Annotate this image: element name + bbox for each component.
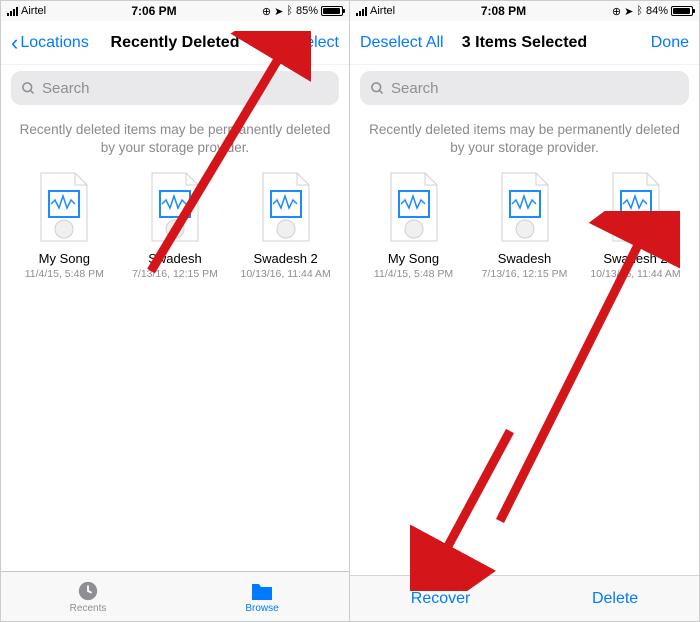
page-title: Recently Deleted bbox=[101, 34, 249, 52]
tab-bar: Recents Browse bbox=[1, 571, 349, 621]
search-placeholder: Search bbox=[391, 80, 439, 97]
file-name: Swadesh bbox=[475, 251, 575, 266]
audio-file-icon bbox=[255, 171, 317, 243]
phone-left: Airtel 7:06 PM ⊕ ➤ ᛒ 85% ‹ Locations Rec… bbox=[1, 1, 350, 621]
status-bar: Airtel 7:08 PM ⊕ ➤ ᛒ 84% bbox=[350, 1, 699, 21]
clock-icon bbox=[77, 580, 99, 602]
location-icon: ➤ bbox=[624, 5, 633, 18]
rotation-lock-icon: ⊕ bbox=[262, 5, 271, 18]
status-time: 7:08 PM bbox=[481, 4, 526, 18]
file-date: 7/13/16, 12:15 PM bbox=[475, 268, 575, 280]
file-name: Swadesh 2 bbox=[586, 251, 686, 266]
tab-browse[interactable]: Browse bbox=[175, 572, 349, 621]
back-button[interactable]: ‹ Locations bbox=[11, 32, 101, 54]
search-placeholder: Search bbox=[42, 80, 90, 97]
search-icon bbox=[21, 81, 36, 96]
file-name: Swadesh bbox=[125, 251, 225, 266]
deselect-all-button[interactable]: Deselect All bbox=[360, 34, 450, 52]
bluetooth-icon: ᛒ bbox=[286, 5, 293, 17]
recover-button[interactable]: Recover bbox=[411, 590, 471, 608]
file-grid: My Song 11/4/15, 5:48 PM Swadesh 7/13/16… bbox=[350, 171, 699, 280]
done-button[interactable]: Done bbox=[599, 34, 689, 52]
annotation-arrow bbox=[410, 421, 530, 591]
action-bar: Recover Delete bbox=[350, 575, 699, 621]
info-text: Recently deleted items may be permanentl… bbox=[350, 111, 699, 171]
signal-icon bbox=[7, 7, 18, 16]
folder-icon bbox=[250, 580, 274, 602]
phone-right: Airtel 7:08 PM ⊕ ➤ ᛒ 84% Deselect All 3 … bbox=[350, 1, 699, 621]
rotation-lock-icon: ⊕ bbox=[612, 5, 621, 18]
select-button[interactable]: Select bbox=[249, 34, 339, 52]
file-date: 11/4/15, 5:48 PM bbox=[364, 268, 464, 280]
battery-icon bbox=[671, 6, 693, 16]
battery-icon bbox=[321, 6, 343, 16]
search-input[interactable]: Search bbox=[11, 71, 339, 105]
audio-file-icon bbox=[383, 171, 445, 243]
nav-bar: Deselect All 3 Items Selected Done bbox=[350, 21, 699, 65]
chevron-left-icon: ‹ bbox=[11, 32, 18, 54]
selected-check-icon: ✓ bbox=[658, 224, 678, 244]
file-item[interactable]: Swadesh 7/13/16, 12:15 PM bbox=[125, 171, 225, 280]
file-name: My Song bbox=[364, 251, 464, 266]
bluetooth-icon: ᛒ bbox=[636, 5, 643, 17]
search-input[interactable]: Search bbox=[360, 71, 689, 105]
tab-label: Recents bbox=[70, 603, 107, 614]
file-item[interactable]: Swadesh 7/13/16, 12:15 PM bbox=[475, 171, 575, 280]
carrier-label: Airtel bbox=[370, 5, 395, 17]
battery-pct: 85% bbox=[296, 5, 318, 17]
page-title: 3 Items Selected bbox=[450, 34, 599, 52]
tab-recents[interactable]: Recents bbox=[1, 572, 175, 621]
audio-file-icon bbox=[144, 171, 206, 243]
file-name: Swadesh 2 bbox=[236, 251, 336, 266]
nav-bar: ‹ Locations Recently Deleted Select bbox=[1, 21, 349, 65]
file-date: 10/13/16, 11:44 AM bbox=[236, 268, 336, 280]
audio-file-icon bbox=[33, 171, 95, 243]
search-icon bbox=[370, 81, 385, 96]
battery-pct: 84% bbox=[646, 5, 668, 17]
status-bar: Airtel 7:06 PM ⊕ ➤ ᛒ 85% bbox=[1, 1, 349, 21]
file-date: 10/13/16, 11:44 AM bbox=[586, 268, 686, 280]
status-time: 7:06 PM bbox=[131, 4, 176, 18]
file-date: 7/13/16, 12:15 PM bbox=[125, 268, 225, 280]
delete-button[interactable]: Delete bbox=[592, 590, 638, 608]
tab-label: Browse bbox=[245, 603, 278, 614]
file-item[interactable]: My Song 11/4/15, 5:48 PM bbox=[364, 171, 464, 280]
file-name: My Song bbox=[14, 251, 114, 266]
file-item[interactable]: My Song 11/4/15, 5:48 PM bbox=[14, 171, 114, 280]
file-date: 11/4/15, 5:48 PM bbox=[14, 268, 114, 280]
file-item[interactable]: ✓ Swadesh 2 10/13/16, 11:44 AM bbox=[586, 171, 686, 280]
carrier-label: Airtel bbox=[21, 5, 46, 17]
signal-icon bbox=[356, 7, 367, 16]
audio-file-icon bbox=[494, 171, 556, 243]
file-item[interactable]: Swadesh 2 10/13/16, 11:44 AM bbox=[236, 171, 336, 280]
file-grid: My Song 11/4/15, 5:48 PM Swadesh 7/13/16… bbox=[1, 171, 349, 280]
info-text: Recently deleted items may be permanentl… bbox=[1, 111, 349, 171]
location-icon: ➤ bbox=[274, 5, 283, 18]
back-label: Locations bbox=[20, 34, 89, 52]
